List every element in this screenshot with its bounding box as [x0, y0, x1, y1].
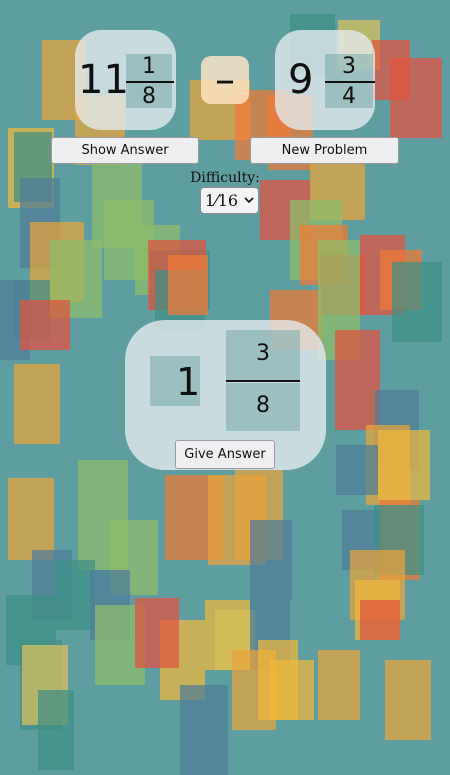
- left-denominator: 8: [142, 84, 156, 109]
- answer-whole-input[interactable]: 1: [176, 360, 200, 404]
- background-rectangle: [336, 445, 378, 495]
- background-rectangle: [168, 255, 208, 315]
- answer-numerator-input[interactable]: 3: [226, 340, 300, 368]
- right-numerator: 3: [342, 54, 356, 79]
- background-rectangle: [14, 364, 60, 444]
- background-rectangle: [250, 520, 292, 600]
- background-rectangle: [38, 690, 74, 770]
- background-rectangle: [270, 660, 314, 720]
- operator-sign: –: [201, 56, 249, 104]
- background-rectangle: [360, 600, 400, 640]
- background-rectangle: [372, 40, 410, 100]
- answer-denominator-input[interactable]: 8: [226, 392, 300, 420]
- difficulty-selected-value: 1⁄16: [204, 191, 239, 210]
- background-rectangle: [135, 598, 179, 668]
- difficulty-select[interactable]: 1⁄16: [200, 187, 259, 214]
- new-problem-button[interactable]: New Problem: [250, 137, 399, 164]
- show-answer-button[interactable]: Show Answer: [51, 137, 199, 164]
- difficulty-label: Difficulty:: [190, 170, 260, 186]
- background-rectangle: [318, 650, 360, 720]
- background-rectangle: [55, 560, 95, 630]
- background-rectangle: [335, 330, 380, 430]
- right-whole-number: 9: [288, 57, 314, 103]
- left-fraction-bar: [126, 81, 174, 83]
- answer-fraction-bar: [226, 380, 300, 382]
- chevron-down-icon: [244, 197, 254, 204]
- right-denominator: 4: [342, 84, 356, 109]
- background-rectangle: [378, 430, 430, 500]
- background-rectangle: [8, 478, 54, 560]
- background-rectangle: [392, 262, 442, 342]
- give-answer-button[interactable]: Give Answer: [175, 440, 275, 469]
- background-rectangle: [180, 685, 228, 775]
- background-rectangle: [385, 660, 431, 740]
- left-whole-number: 11: [78, 57, 129, 103]
- background-rectangle: [20, 300, 70, 350]
- right-fraction-bar: [325, 81, 375, 83]
- left-numerator: 1: [142, 54, 156, 79]
